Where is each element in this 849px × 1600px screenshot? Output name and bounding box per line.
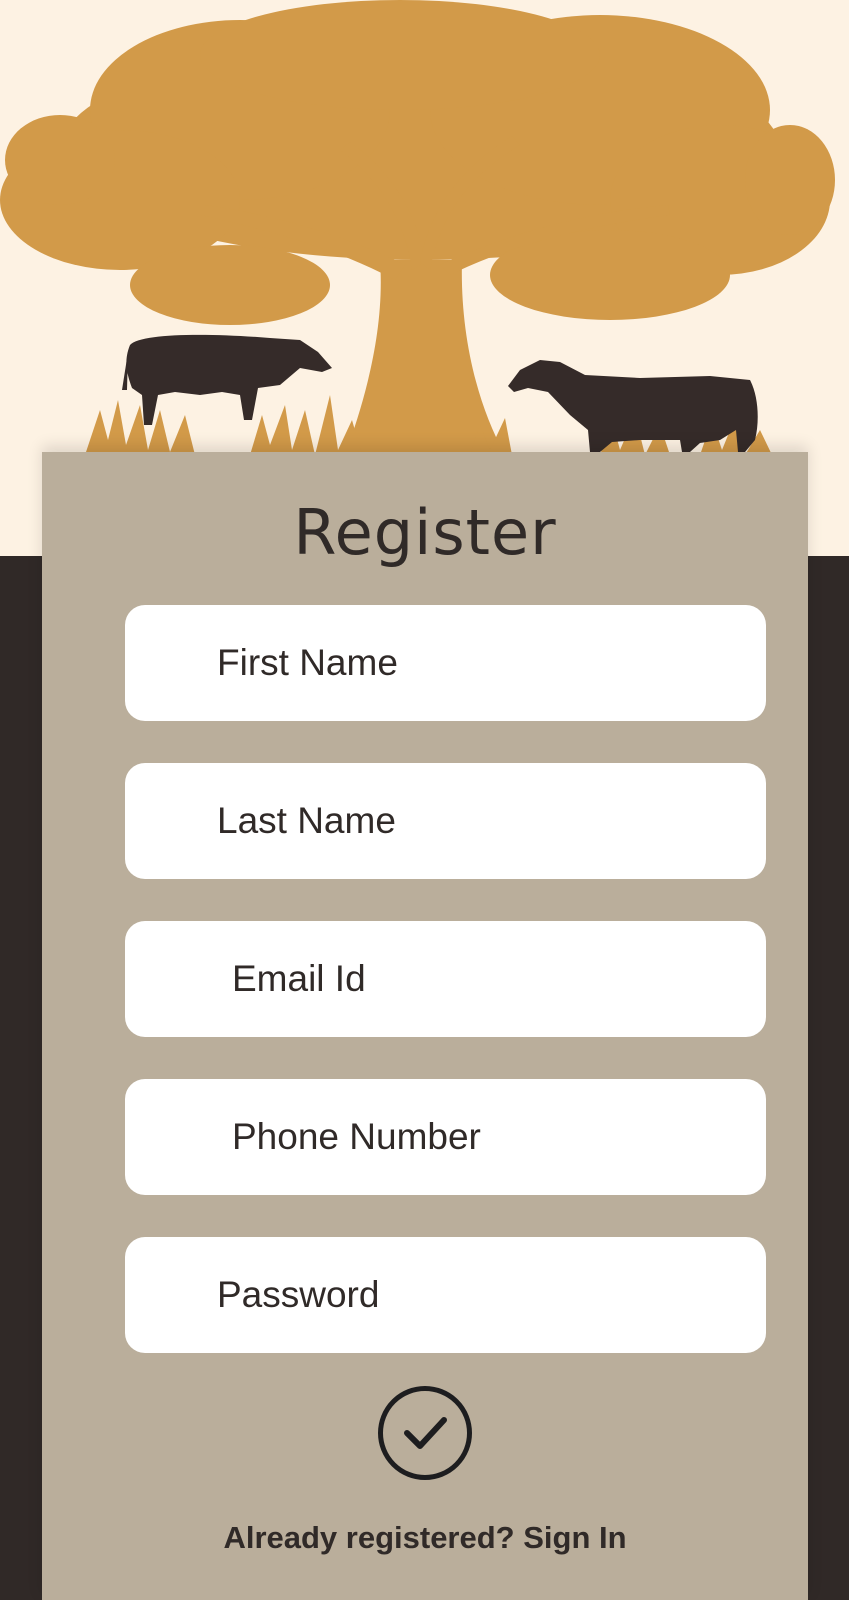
submit-button[interactable] [378, 1386, 472, 1480]
register-card: Register Already registered? Sign In [42, 452, 808, 1600]
first-name-field[interactable] [125, 605, 766, 721]
cow-icon [508, 360, 758, 452]
password-field[interactable] [125, 1237, 766, 1353]
sign-in-link[interactable]: Already registered? Sign In [42, 1520, 808, 1556]
page-title: Register [293, 496, 557, 569]
last-name-field[interactable] [125, 763, 766, 879]
cow-icon [122, 334, 332, 425]
tree-and-cows-illustration [0, 0, 835, 455]
email-field[interactable] [125, 921, 766, 1037]
phone-number-field[interactable] [125, 1079, 766, 1195]
checkmark-icon [404, 1417, 447, 1449]
